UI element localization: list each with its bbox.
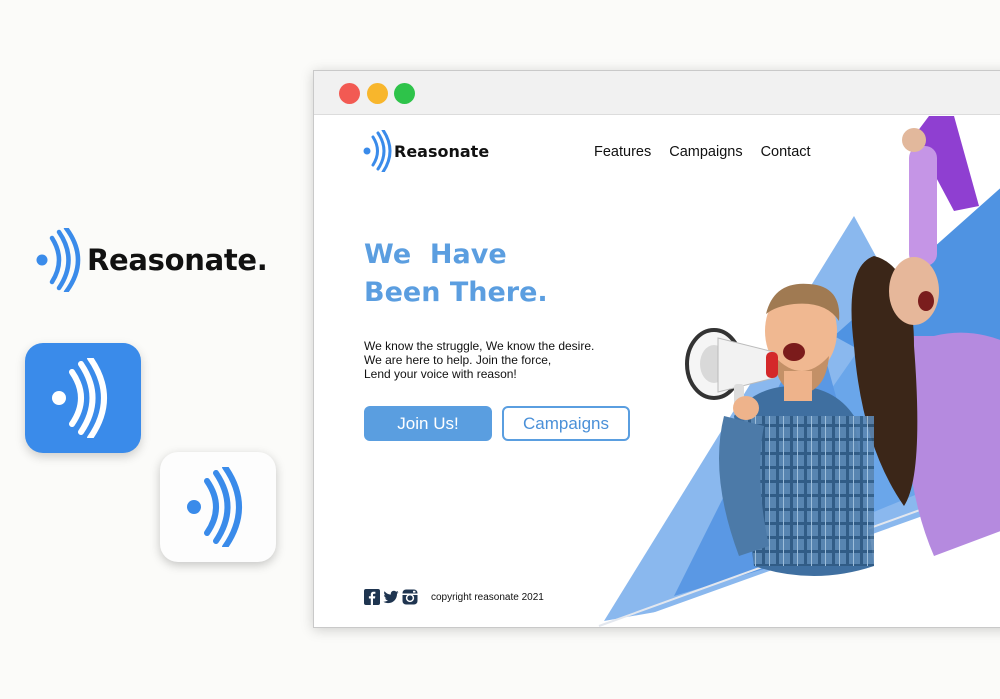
brand-logo-large: Reasonate. [34,228,268,292]
hero-title-line: Been There. [364,277,548,308]
maximize-window-button[interactable] [394,83,415,104]
sound-wave-logo-icon [36,228,81,292]
browser-titlebar [314,71,1000,115]
hero-copy-line: We know the struggle, We know the desire… [364,339,595,353]
hero-title: We Have Been There. [364,236,664,312]
site-wordmark: Reasonate [394,141,490,161]
app-icon-blue [25,343,141,453]
app-icon-white [160,452,276,562]
hero-copy-line: We are here to help. Join the force, [364,353,552,367]
main-nav: Features Campaigns Contact [594,144,811,160]
browser-window: Reasonate Features Campaigns Contact We … [313,70,1000,628]
brand-wordmark-large: Reasonate. [87,243,268,277]
hero-copy-line: Lend your voice with reason! [364,367,517,381]
sound-wave-icon [187,467,242,547]
twitter-icon[interactable] [383,589,399,605]
nav-item-campaigns[interactable]: Campaigns [669,144,742,160]
instagram-icon[interactable] [402,589,418,605]
hero-title-line: We Have [364,239,507,270]
sound-wave-logo-icon [363,130,392,172]
hero-description: We know the struggle, We know the desire… [364,339,594,381]
nav-item-features[interactable]: Features [594,144,651,160]
website-viewport: Reasonate Features Campaigns Contact We … [314,116,1000,627]
site-footer: copyright reasonate 2021 [364,589,544,605]
campaigns-button[interactable]: Campaigns [502,406,630,441]
close-window-button[interactable] [339,83,360,104]
minimize-window-button[interactable] [367,83,388,104]
join-us-button[interactable]: Join Us! [364,406,492,441]
nav-item-contact[interactable]: Contact [761,144,811,160]
site-logo[interactable]: Reasonate [362,130,489,172]
facebook-icon[interactable] [364,589,380,605]
sound-wave-icon [52,358,107,438]
copyright-text: copyright reasonate 2021 [431,591,544,603]
